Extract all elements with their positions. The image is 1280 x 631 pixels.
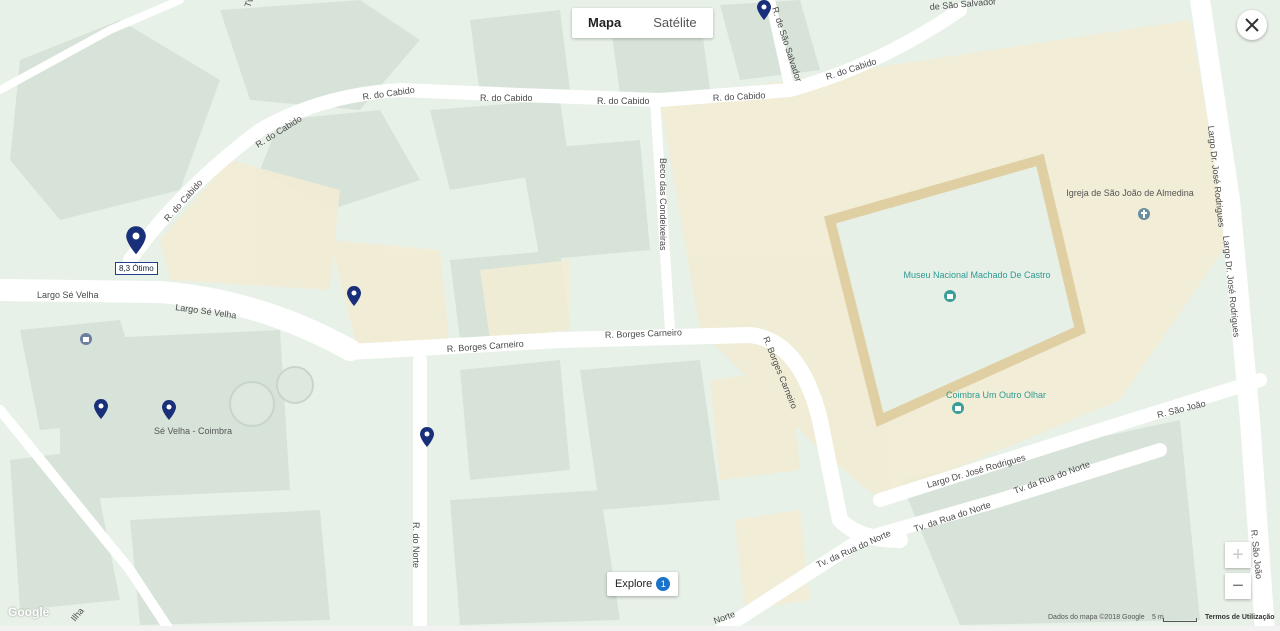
terms-link[interactable]: Termos de Utilização bbox=[1205, 614, 1275, 621]
hotel-score-label[interactable]: 8,3 Ótimo bbox=[115, 262, 158, 275]
street-label-cabido-5: R. do Cabido bbox=[597, 96, 650, 106]
map-canvas[interactable]: R. do Cabido R. do Cabido R. do Cabido R… bbox=[0, 0, 1280, 631]
map-type-toggle: Mapa Satélite bbox=[572, 8, 713, 38]
google-logo: Google bbox=[8, 605, 50, 619]
scale-bar bbox=[1163, 618, 1197, 622]
explore-button[interactable]: Explore 1 bbox=[607, 572, 679, 596]
museum-icon[interactable] bbox=[952, 402, 964, 414]
street-label-rua-norte: R. do Norte bbox=[411, 522, 421, 568]
close-icon bbox=[1245, 18, 1259, 32]
poi-label-igreja: Igreja de São João de Almedina bbox=[1066, 188, 1194, 198]
bottom-bar bbox=[0, 626, 1280, 631]
poi-label-museu: Museu Nacional Machado De Castro bbox=[903, 270, 1050, 280]
poi-label-coimbra-olhar: Coimbra Um Outro Olhar bbox=[946, 390, 1046, 400]
street-label-largo-se-velha-1: Largo Sé Velha bbox=[37, 290, 99, 300]
museum-icon[interactable] bbox=[944, 290, 956, 302]
zoom-out-icon: − bbox=[1232, 574, 1244, 597]
street-label-cabido-4: R. do Cabido bbox=[480, 93, 533, 103]
map-type-map-button[interactable]: Mapa bbox=[572, 8, 637, 38]
zoom-out-button[interactable]: − bbox=[1225, 573, 1251, 599]
church-icon[interactable] bbox=[1138, 208, 1150, 220]
landmark-icon[interactable] bbox=[80, 333, 92, 345]
scale-label: 5 m bbox=[1152, 614, 1164, 621]
map-type-satellite-button[interactable]: Satélite bbox=[637, 8, 712, 38]
close-button[interactable] bbox=[1237, 10, 1267, 40]
poi-label-se-velha: Sé Velha - Coimbra bbox=[154, 426, 232, 436]
zoom-in-icon: + bbox=[1232, 543, 1244, 566]
street-label-condeixeiras: Beco das Condeixeiras bbox=[658, 158, 668, 251]
map-data-attribution: Dados do mapa ©2018 Google bbox=[1048, 614, 1145, 621]
explore-count-badge: 1 bbox=[656, 577, 671, 591]
explore-label: Explore bbox=[615, 578, 653, 590]
zoom-in-button[interactable]: + bbox=[1225, 542, 1251, 568]
